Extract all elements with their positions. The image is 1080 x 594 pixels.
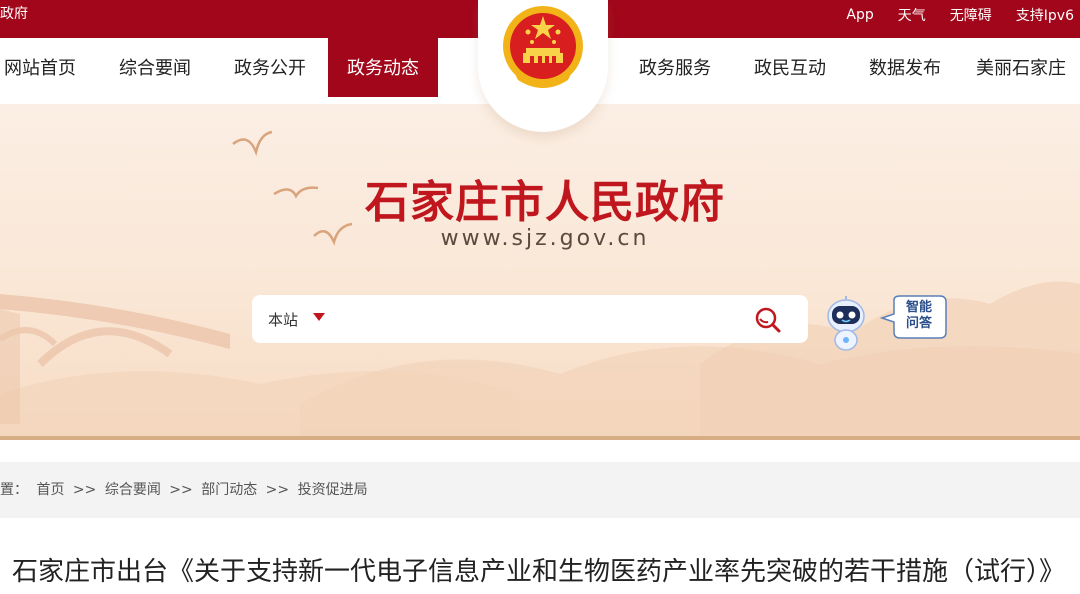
banner-decoration (0, 130, 1080, 436)
national-emblem-icon (503, 6, 583, 88)
nav-item-news[interactable]: 综合要闻 (110, 38, 200, 97)
nav-item-services[interactable]: 政务服务 (630, 38, 720, 97)
nav-item-beautiful-sjz[interactable]: 美丽石家庄 (966, 38, 1076, 97)
nav-item-home[interactable]: 网站首页 (0, 38, 80, 97)
search-input[interactable] (342, 303, 742, 335)
search-icon[interactable] (754, 306, 782, 334)
banner-divider (0, 436, 1080, 440)
nav-item-data[interactable]: 数据发布 (860, 38, 950, 97)
weather-link[interactable]: 天气 (898, 5, 926, 25)
top-links: App 天气 无障碍 支持Ipv6 (822, 0, 1074, 30)
search-scope-label[interactable]: 本站 (268, 309, 298, 330)
ipv6-link[interactable]: 支持Ipv6 (1016, 5, 1074, 25)
article-title: 石家庄市出台《关于支持新一代电子信息产业和生物医药产业率先突破的若干措施（试行）… (12, 557, 1066, 587)
hero-banner: 石家庄市人民政府 www.sjz.gov.cn 本站 智能 问答 (0, 104, 1080, 436)
nav-item-dynamics[interactable]: 政务动态 (328, 38, 438, 97)
breadcrumb-separator: >> (169, 482, 193, 498)
breadcrumb-separator: >> (265, 482, 290, 498)
robot-assistant-icon[interactable] (824, 296, 868, 354)
emblem-container (478, 0, 608, 132)
smart-qa-label[interactable]: 智能 问答 (896, 300, 942, 332)
site-title: 石家庄市人民政府 (365, 177, 725, 228)
breadcrumb: 位置： 首页 >> 综合要闻 >> 部门动态 >> 投资促进局 (0, 479, 372, 499)
site-url: www.sjz.gov.cn (440, 226, 650, 251)
breadcrumb-bar: 位置： 首页 >> 综合要闻 >> 部门动态 >> 投资促进局 (0, 462, 1080, 518)
accessibility-link[interactable]: 无障碍 (950, 5, 992, 25)
nav-item-interaction[interactable]: 政民互动 (745, 38, 835, 97)
app-link[interactable]: App (846, 7, 873, 23)
caret-down-icon[interactable] (313, 313, 325, 321)
breadcrumb-news[interactable]: 综合要闻 (105, 482, 161, 498)
breadcrumb-separator: >> (72, 482, 97, 498)
breadcrumb-department[interactable]: 部门动态 (201, 482, 257, 498)
search-box: 本站 (252, 295, 808, 343)
smart-qa-line1: 智能 (905, 300, 932, 315)
breadcrumb-prefix: 位置： (0, 482, 28, 498)
smart-qa-line2: 问答 (905, 316, 932, 331)
breadcrumb-home[interactable]: 首页 (36, 482, 64, 498)
nav-item-disclosure[interactable]: 政务公开 (225, 38, 315, 97)
breadcrumb-investment-bureau[interactable]: 投资促进局 (298, 482, 368, 498)
site-name: 政府 (0, 6, 28, 22)
